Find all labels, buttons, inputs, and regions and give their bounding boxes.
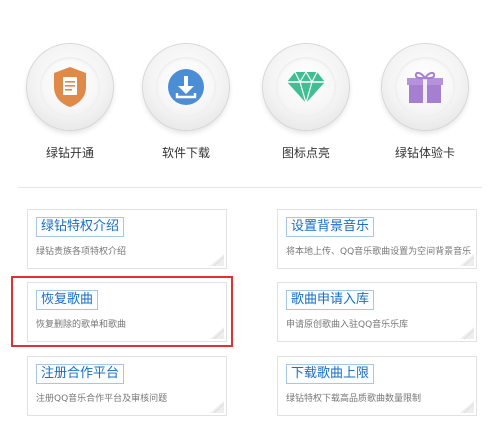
card-desc: 将本地上传、QQ音乐歌曲设置为空间背景音乐 bbox=[286, 247, 472, 257]
card-desc: 绿钻特权下载高品质歌曲数量限制 bbox=[286, 394, 422, 404]
feature-icon-light-up[interactable]: 图标点亮 bbox=[256, 44, 356, 161]
card-set-background-music[interactable]: 设置背景音乐 将本地上传、QQ音乐歌曲设置为空间背景音乐 bbox=[277, 209, 477, 269]
card-title[interactable]: 下载歌曲上限 bbox=[286, 364, 375, 384]
page-curl-icon bbox=[210, 254, 224, 266]
feature-circle[interactable] bbox=[263, 44, 349, 130]
card-desc: 注册QQ音乐合作平台及审核问题 bbox=[36, 394, 168, 404]
page-curl-icon bbox=[460, 401, 474, 413]
feature-circle[interactable] bbox=[382, 44, 468, 130]
card-title[interactable]: 绿钻特权介绍 bbox=[36, 217, 125, 237]
page-curl-icon bbox=[210, 401, 224, 413]
feature-circle[interactable] bbox=[143, 44, 229, 130]
card-desc: 申请原创歌曲入驻QQ音乐乐库 bbox=[286, 320, 409, 330]
page-curl-icon bbox=[460, 327, 474, 339]
feature-label: 绿钻体验卡 bbox=[394, 146, 455, 160]
card-green-diamond-privileges[interactable]: 绿钻特权介绍 绿钻贵族各项特权介绍 bbox=[27, 209, 227, 269]
feature-label: 软件下载 bbox=[161, 146, 210, 160]
page-curl-icon bbox=[460, 254, 474, 266]
shield-doc-icon bbox=[54, 67, 86, 107]
feature-circle[interactable] bbox=[27, 44, 113, 130]
feature-software-download[interactable]: 软件下载 bbox=[136, 44, 236, 161]
download-icon bbox=[168, 69, 204, 105]
feature-green-diamond-open[interactable]: 绿钻开通 bbox=[20, 44, 120, 161]
divider bbox=[18, 187, 482, 188]
card-title[interactable]: 设置背景音乐 bbox=[286, 217, 375, 237]
card-title[interactable]: 注册合作平台 bbox=[36, 364, 125, 384]
feature-label: 绿钻开通 bbox=[45, 146, 94, 160]
card-desc: 绿钻贵族各项特权介绍 bbox=[36, 247, 127, 257]
card-song-library-application[interactable]: 歌曲申请入库 申请原创歌曲入驻QQ音乐乐库 bbox=[277, 282, 477, 342]
highlight-box bbox=[11, 276, 233, 347]
feature-trial-card[interactable]: 绿钻体验卡 bbox=[375, 44, 475, 161]
diamond-icon bbox=[287, 70, 325, 104]
card-title[interactable]: 歌曲申请入库 bbox=[286, 290, 375, 310]
gift-icon bbox=[407, 71, 443, 103]
card-partner-platform[interactable]: 注册合作平台 注册QQ音乐合作平台及审核问题 bbox=[27, 356, 227, 416]
feature-label: 图标点亮 bbox=[281, 146, 330, 160]
card-download-limit[interactable]: 下载歌曲上限 绿钻特权下载高品质歌曲数量限制 bbox=[277, 356, 477, 416]
